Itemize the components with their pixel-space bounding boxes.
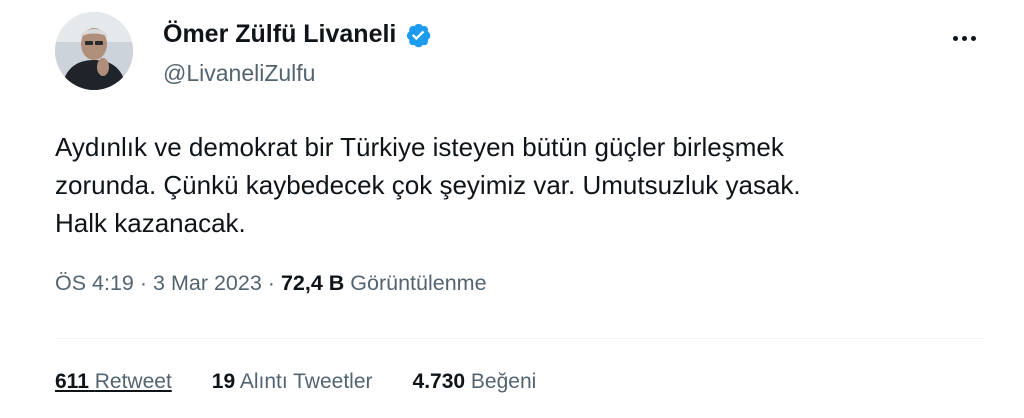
tweet-card: Ömer Zülfü Livaneli @LivaneliZulfu Aydın…	[0, 0, 1024, 418]
tweet-time[interactable]: ÖS 4:19	[55, 271, 134, 295]
likes-link[interactable]: 4.730 Beğeni	[413, 370, 537, 394]
dot	[970, 35, 976, 41]
retweets-link[interactable]: 611 Retweet	[55, 370, 172, 394]
retweets-label: Retweet	[94, 370, 172, 393]
tweet-line: zorunda. Çünkü kaybedecek çok şeyimiz va…	[55, 170, 801, 200]
separator: ·	[139, 271, 148, 295]
verified-badge-icon	[404, 21, 432, 49]
likes-count: 4.730	[412, 370, 466, 393]
author-name-text[interactable]: Ömer Zülfü Livaneli	[163, 20, 396, 49]
divider	[55, 338, 985, 339]
author-handle[interactable]: @LivaneliZulfu	[163, 60, 315, 87]
views-count: 72,4 B	[280, 271, 345, 295]
tweet-stats: 611 Retweet 19 Alıntı Tweetler 4.730 Beğ…	[55, 370, 536, 394]
views-label: Görüntülenme	[350, 271, 487, 295]
author-avatar[interactable]	[55, 12, 133, 90]
tweet-text: Aydınlık ve demokrat bir Türkiye isteyen…	[55, 128, 975, 242]
dot	[961, 35, 967, 41]
tweet-line: Halk kazanacak.	[55, 208, 246, 238]
quotes-count: 19	[211, 370, 236, 393]
quotes-label: Alıntı Tweetler	[239, 370, 373, 393]
tweet-line: Aydınlık ve demokrat bir Türkiye isteyen…	[55, 132, 784, 162]
likes-label: Beğeni	[470, 370, 537, 393]
retweets-count: 611	[55, 370, 89, 393]
tweet-date[interactable]: 3 Mar 2023	[153, 271, 262, 295]
quotes-link[interactable]: 19 Alıntı Tweetler	[212, 370, 373, 394]
more-dots-icon[interactable]	[944, 24, 984, 52]
separator: ·	[267, 271, 275, 295]
author-name[interactable]: Ömer Zülfü Livaneli	[163, 20, 432, 49]
tweet-meta: ÖS 4:19 · 3 Mar 2023 · 72,4 B Görüntülen…	[55, 271, 487, 296]
dot	[952, 35, 958, 41]
